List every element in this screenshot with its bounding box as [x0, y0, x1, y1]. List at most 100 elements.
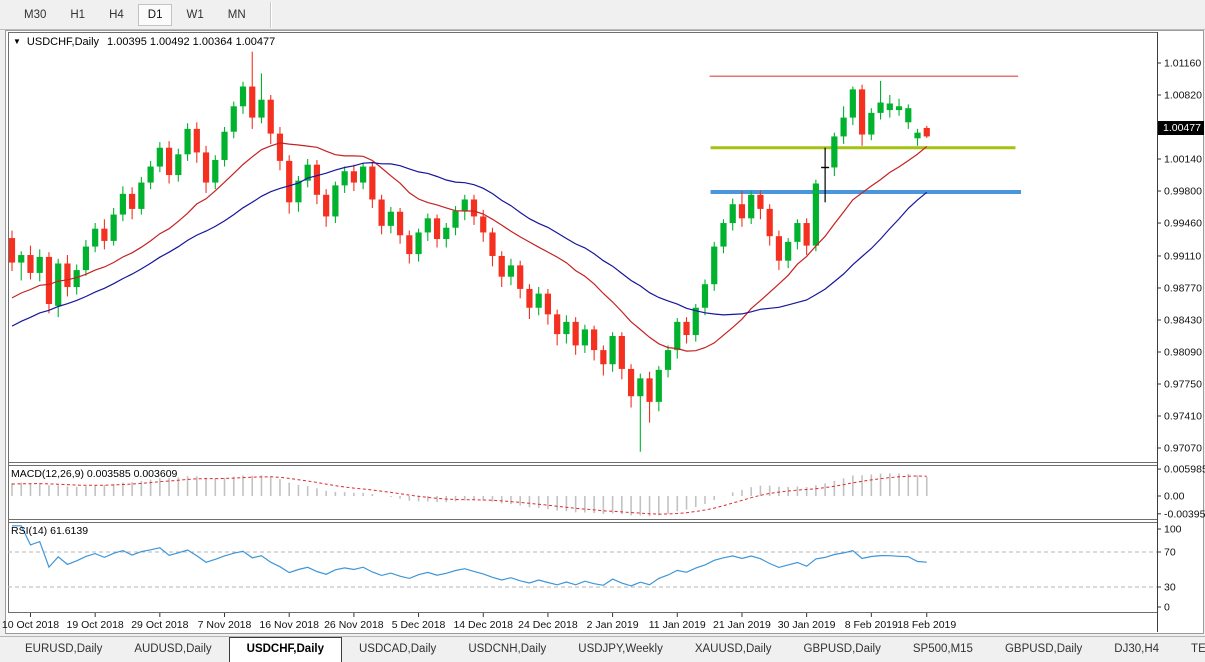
candle-body — [314, 165, 320, 195]
candle-body — [443, 228, 449, 239]
candle-body — [37, 257, 43, 273]
candle-body — [563, 322, 569, 334]
candle-body — [249, 87, 255, 118]
candle-body — [175, 154, 181, 175]
tab-eurusd-daily[interactable]: EURUSD,Daily — [10, 639, 117, 662]
candle-body — [730, 204, 736, 223]
chart-menu-icon: ▼ — [13, 37, 21, 46]
candle-body — [610, 336, 616, 364]
candle-body — [813, 183, 819, 245]
candle-body — [489, 232, 495, 256]
candle-body — [64, 264, 70, 288]
candle-body — [166, 148, 172, 175]
chart-symbol-header: ▼USDCHF,Daily1.00395 1.00492 1.00364 1.0… — [13, 36, 275, 48]
price-axis-label: 0.97750 — [1164, 379, 1202, 391]
price-axis-label: 0.98090 — [1164, 346, 1202, 358]
candle-body — [896, 106, 902, 110]
macd-label: MACD(12,26,9) 0.003585 0.003609 — [11, 468, 177, 480]
candle-body — [711, 247, 717, 285]
candle-body — [914, 133, 920, 139]
timeframe-toolbar: M30H1H4D1W1MN — [0, 0, 1205, 30]
macd-axis-label: 0.005985 — [1164, 464, 1205, 476]
timeframe-button-d1[interactable]: D1 — [138, 4, 173, 26]
chart-area[interactable]: 1.011601.008201.001400.998000.994600.991… — [0, 0, 1205, 662]
candle-body — [194, 129, 200, 153]
candle-body — [415, 232, 421, 254]
date-axis-label: 8 Feb 2019 — [845, 619, 898, 631]
current-price-badge: 1.00477 — [1158, 121, 1204, 135]
candle-body — [628, 369, 634, 396]
date-axis-label: 19 Oct 2018 — [67, 619, 124, 631]
candle-body — [508, 265, 514, 276]
candle-body — [637, 378, 643, 396]
candle-body — [18, 255, 24, 263]
candle-body — [277, 134, 283, 161]
candle-body — [665, 350, 671, 370]
macd-axis-label: 0.00 — [1164, 491, 1185, 503]
candle-body — [887, 103, 893, 110]
price-axis-label: 0.97070 — [1164, 443, 1202, 455]
candle-body — [111, 215, 117, 241]
tab-usdcnh-daily[interactable]: USDCNH,Daily — [453, 639, 561, 662]
candle-body — [674, 322, 680, 350]
date-axis-label: 21 Jan 2019 — [713, 619, 771, 631]
candle-body — [323, 195, 329, 217]
candle-body — [720, 223, 726, 247]
candle-body — [554, 314, 560, 334]
macd-values: 0.003585 0.003609 — [87, 468, 178, 480]
candle-body — [526, 289, 532, 308]
tab-gbpusd-daily[interactable]: GBPUSD,Daily — [789, 639, 896, 662]
candle-body — [591, 329, 597, 350]
tab-tech100[interactable]: TECH100 — [1176, 639, 1205, 662]
toolbar-separator — [270, 2, 271, 28]
candle-body — [434, 218, 440, 239]
tab-xauusd-daily[interactable]: XAUUSD,Daily — [680, 639, 787, 662]
candle-body — [462, 199, 468, 210]
candle-body — [573, 322, 579, 346]
rsi-axis-label: 100 — [1164, 524, 1182, 536]
candle-body — [406, 235, 412, 254]
tab-dj30-h4[interactable]: DJ30,H4 — [1099, 639, 1174, 662]
candle-body — [9, 238, 15, 262]
tab-usdjpy-weekly[interactable]: USDJPY,Weekly — [563, 639, 678, 662]
timeframe-button-h4[interactable]: H4 — [99, 4, 134, 26]
tab-audusd-daily[interactable]: AUDUSD,Daily — [119, 639, 226, 662]
macd-axis-label: -0.003954 — [1164, 508, 1205, 520]
candle-body — [683, 322, 689, 335]
candle-body — [268, 100, 274, 134]
candle-body — [757, 195, 763, 209]
candle-body — [850, 89, 856, 117]
candle-body — [582, 329, 588, 345]
price-axis-label: 1.00820 — [1164, 90, 1202, 102]
candle-body — [388, 212, 394, 226]
mt4-window: M30H1H4D1W1MN 1.011601.008201.001400.998… — [0, 0, 1205, 662]
timeframe-button-h1[interactable]: H1 — [60, 4, 95, 26]
candle-body — [804, 223, 810, 246]
price-axis-label: 0.98770 — [1164, 282, 1202, 294]
candle-body — [360, 167, 366, 183]
candle-body — [397, 212, 403, 236]
candle-body — [46, 257, 52, 304]
tab-usdchf-daily[interactable]: USDCHF,Daily — [229, 637, 342, 662]
rsi-label: RSI(14) 61.6139 — [11, 525, 88, 537]
price-axis-label: 1.00140 — [1164, 154, 1202, 166]
candle-body — [27, 255, 33, 273]
rsi-axis-label: 30 — [1164, 582, 1176, 594]
price-axis-label: 0.99110 — [1164, 250, 1201, 262]
candle-body — [693, 308, 699, 335]
timeframe-button-w1[interactable]: W1 — [176, 4, 213, 26]
tab-gbpusd-daily[interactable]: GBPUSD,Daily — [990, 639, 1097, 662]
candle-body — [739, 204, 745, 218]
candle-body — [767, 209, 773, 236]
tab-usdcad-daily[interactable]: USDCAD,Daily — [344, 639, 451, 662]
timeframe-button-mn[interactable]: MN — [218, 4, 256, 26]
candle-body — [794, 223, 800, 242]
candle-body — [221, 132, 227, 160]
symbol-tabbar: EURUSD,DailyAUDUSD,DailyUSDCHF,DailyUSDC… — [0, 636, 1205, 662]
date-axis-label: 11 Jan 2019 — [649, 619, 706, 631]
date-axis-label: 18 Feb 2019 — [897, 619, 956, 631]
timeframe-button-m30[interactable]: M30 — [14, 4, 56, 26]
candle-body — [138, 183, 144, 209]
tab-sp500-m15[interactable]: SP500,M15 — [898, 639, 988, 662]
rsi-name: RSI(14) — [11, 525, 47, 537]
